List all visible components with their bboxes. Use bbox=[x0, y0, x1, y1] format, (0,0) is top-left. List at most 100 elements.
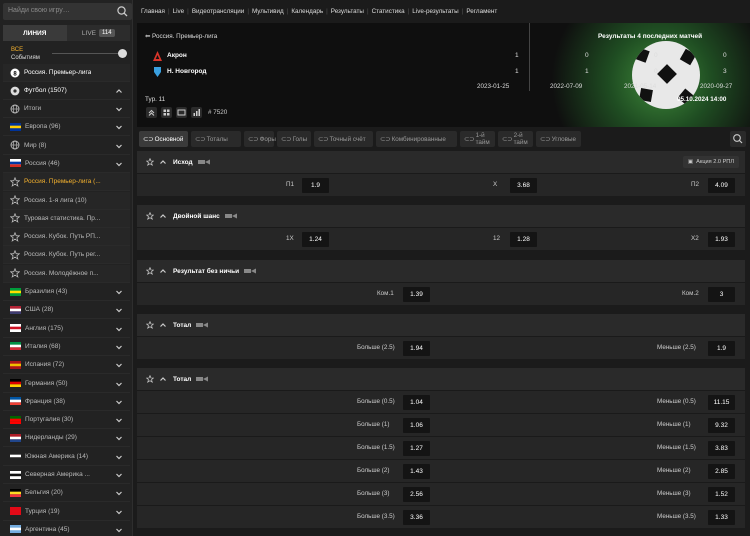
event-league[interactable]: ⇚ Россия. Премьер-лига bbox=[145, 33, 217, 40]
sidebar-item[interactable]: США (28) bbox=[3, 301, 130, 320]
odds-button[interactable]: 11.15 bbox=[708, 395, 735, 410]
star-icon[interactable] bbox=[146, 375, 154, 383]
nav-link[interactable]: Статистика bbox=[372, 8, 405, 15]
odds-button[interactable]: 1.43 bbox=[403, 464, 430, 479]
sidebar-item[interactable]: Бельгия (20) bbox=[3, 484, 130, 503]
chevron-down-icon[interactable] bbox=[115, 471, 123, 479]
market-tab[interactable]: ⊂⊃ Точный счёт bbox=[314, 131, 373, 147]
star-icon[interactable] bbox=[146, 212, 154, 220]
sidebar-item[interactable]: Россия. Кубок. Путь рег... bbox=[3, 246, 130, 265]
sidebar-item[interactable]: Россия. Кубок. Путь РП... bbox=[3, 228, 130, 247]
star-icon[interactable] bbox=[10, 268, 20, 279]
chevron-down-icon[interactable] bbox=[115, 489, 123, 497]
market-tab[interactable]: ⊂⊃ Угловые bbox=[536, 131, 581, 147]
grid-icon[interactable] bbox=[161, 107, 172, 118]
star-icon[interactable] bbox=[10, 213, 20, 224]
odds-button[interactable]: 2.85 bbox=[708, 464, 735, 479]
sidebar-item[interactable]: Бразилия (43) bbox=[3, 283, 130, 301]
odds-button[interactable]: 3 bbox=[708, 287, 735, 302]
star-icon[interactable] bbox=[10, 249, 20, 260]
sidebar-item[interactable]: Франция (38) bbox=[3, 393, 130, 411]
sidebar-item[interactable]: Итоги bbox=[3, 100, 130, 118]
odds-button[interactable]: 3.68 bbox=[510, 178, 537, 193]
market-tab[interactable]: ⊂⊃ Голы bbox=[277, 131, 311, 147]
chevron-down-icon[interactable] bbox=[115, 380, 123, 388]
sidebar-item[interactable]: Нидерланды (29) bbox=[3, 429, 130, 448]
market-header[interactable]: Результат без ничьи bbox=[137, 260, 745, 282]
market-tab[interactable]: ⊂⊃ Тоталы bbox=[191, 131, 241, 147]
market-header[interactable]: Тотал bbox=[137, 368, 745, 390]
nav-link[interactable]: Результаты bbox=[331, 8, 364, 15]
nav-link[interactable]: Календарь bbox=[291, 8, 323, 15]
chevron-down-icon[interactable] bbox=[115, 508, 123, 516]
collapse-button[interactable] bbox=[146, 107, 157, 118]
market-tab[interactable]: ⊂⊃ 2-й тайм bbox=[498, 131, 533, 147]
odds-button[interactable]: 1.06 bbox=[403, 418, 430, 433]
sidebar-item[interactable]: Россия. Премьер-лига (... bbox=[3, 173, 130, 192]
odds-button[interactable]: 1.33 bbox=[708, 510, 735, 525]
star-icon[interactable] bbox=[146, 158, 154, 166]
chevron-down-icon[interactable] bbox=[115, 361, 123, 369]
odds-button[interactable]: 1.28 bbox=[510, 232, 537, 247]
nav-link[interactable]: Видеотрансляции bbox=[192, 8, 245, 15]
sidebar-item[interactable]: Италия (68) bbox=[3, 338, 130, 356]
nav-link[interactable]: Live bbox=[173, 8, 185, 15]
chevron-up-icon[interactable] bbox=[115, 87, 123, 95]
star-icon[interactable] bbox=[10, 231, 20, 242]
sidebar-item[interactable]: Россия. 1-я лига (10) bbox=[3, 191, 130, 210]
stats-icon[interactable] bbox=[196, 376, 209, 382]
market-header[interactable]: Тотал bbox=[137, 314, 745, 336]
market-search-button[interactable] bbox=[730, 131, 746, 147]
odds-button[interactable]: 1.39 bbox=[403, 287, 430, 302]
selected-league-row[interactable]: 8 Россия. Премьер-лига bbox=[3, 64, 130, 82]
odds-button[interactable]: 3.36 bbox=[403, 510, 430, 525]
chevron-down-icon[interactable] bbox=[115, 160, 123, 168]
slider-knob[interactable] bbox=[118, 49, 127, 58]
star-icon[interactable] bbox=[10, 176, 20, 187]
odds-button[interactable]: 1.27 bbox=[403, 441, 430, 456]
odds-button[interactable]: 3.83 bbox=[708, 441, 735, 456]
nav-link[interactable]: Мультивид bbox=[252, 8, 284, 15]
odds-button[interactable]: 1.9 bbox=[302, 178, 329, 193]
stats-icon[interactable] bbox=[197, 159, 210, 165]
odds-button[interactable]: 1.93 bbox=[708, 232, 735, 247]
nav-link[interactable]: Live-результаты bbox=[412, 8, 458, 15]
stats-icon[interactable] bbox=[224, 213, 237, 219]
tab-live[interactable]: LIVE 114 bbox=[66, 25, 130, 41]
odds-button[interactable]: 2.56 bbox=[403, 487, 430, 502]
sidebar-item[interactable]: Европа (96) bbox=[3, 118, 130, 137]
sidebar-item[interactable]: Южная Америка (14) bbox=[3, 448, 130, 466]
sport-row-football[interactable]: Футбол (1507) bbox=[3, 82, 130, 100]
chevron-up-icon[interactable] bbox=[159, 375, 167, 383]
odds-button[interactable]: 1.9 bbox=[708, 341, 735, 356]
chevron-down-icon[interactable] bbox=[115, 123, 123, 131]
chevron-down-icon[interactable] bbox=[115, 416, 123, 424]
odds-button[interactable]: 1.94 bbox=[403, 341, 430, 356]
sidebar-item[interactable]: Англия (175) bbox=[3, 320, 130, 338]
odds-button[interactable]: 9.32 bbox=[708, 418, 735, 433]
chevron-down-icon[interactable] bbox=[115, 526, 123, 534]
stats-icon[interactable] bbox=[196, 322, 209, 328]
sidebar-item[interactable]: Испания (72) bbox=[3, 356, 130, 375]
chevron-up-icon[interactable] bbox=[159, 321, 167, 329]
market-tab[interactable]: ⊂⊃ 1-й тайм bbox=[460, 131, 495, 147]
sidebar-item[interactable]: Аргентина (45) bbox=[3, 521, 130, 536]
chevron-up-icon[interactable] bbox=[159, 158, 167, 166]
chevron-up-icon[interactable] bbox=[159, 212, 167, 220]
nav-link[interactable]: Главная bbox=[141, 8, 165, 15]
chevron-down-icon[interactable] bbox=[115, 142, 123, 150]
chevron-down-icon[interactable] bbox=[115, 306, 123, 314]
odds-button[interactable]: 1.52 bbox=[708, 487, 735, 502]
chevron-down-icon[interactable] bbox=[115, 453, 123, 461]
odds-button[interactable]: 4.09 bbox=[708, 178, 735, 193]
sidebar-item[interactable]: Туровая статистика. Пр... bbox=[3, 209, 130, 228]
chevron-down-icon[interactable] bbox=[115, 343, 123, 351]
chevron-down-icon[interactable] bbox=[115, 288, 123, 296]
promo-badge[interactable]: ▣ Акция 2.0 РПЛ bbox=[682, 156, 739, 168]
market-header[interactable]: Исход ▣ Акция 2.0 РПЛ bbox=[137, 151, 745, 173]
star-icon[interactable] bbox=[146, 321, 154, 329]
sidebar-item[interactable]: Россия. Молодёжное п... bbox=[3, 264, 130, 283]
chevron-down-icon[interactable] bbox=[115, 325, 123, 333]
odds-button[interactable]: 1.24 bbox=[302, 232, 329, 247]
market-tab[interactable]: ⊂⊃ Основной bbox=[139, 131, 188, 147]
